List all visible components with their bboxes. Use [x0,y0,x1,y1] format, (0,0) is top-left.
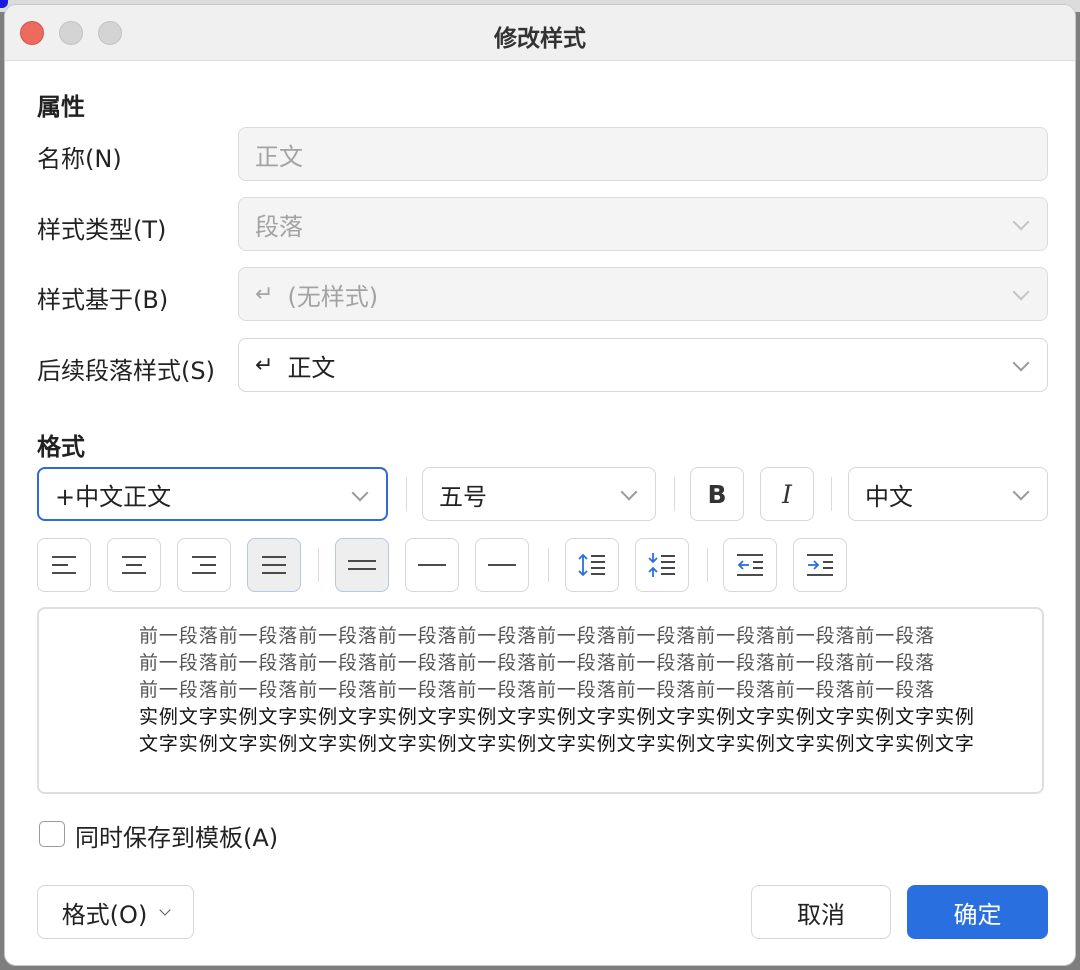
divider [406,477,407,511]
bold-icon: B [707,479,727,509]
style-preview: 前一段落前一段落前一段落前一段落前一段落前一段落前一段落前一段落前一段落前一段落… [37,607,1044,794]
chevron-down-icon [1012,354,1030,372]
paragraph-return-icon: ↵ [255,281,274,307]
cancel-label: 取消 [797,900,845,929]
paragraph-return-icon: ↵ [255,352,274,378]
format-menu-label: 格式(O) [61,900,148,929]
double-spacing-icon [488,564,516,566]
double-spacing-button[interactable] [475,538,529,592]
chevron-down-icon [1012,483,1030,501]
one-half-spacing-button[interactable] [405,538,459,592]
save-to-template-label[interactable]: 同时保存到模板(A) [75,818,278,853]
align-center-button[interactable] [107,538,161,592]
style-type-value: 段落 [255,212,303,241]
name-field: 正文 [238,127,1048,181]
chevron-down-icon [351,484,369,502]
divider [831,477,832,511]
name-label: 名称(N) [37,145,122,173]
divider [318,548,319,582]
chevron-down-icon [159,903,171,916]
one-half-spacing-icon [418,564,446,566]
next-style-value: 正文 [287,353,336,382]
style-type-label: 样式类型(T) [37,216,167,244]
cancel-button[interactable]: 取消 [751,885,891,939]
paragraph-spacing-decrease-icon [648,553,675,577]
next-style-select[interactable]: ↵ 正文 [238,338,1048,392]
name-value: 正文 [255,142,303,171]
chevron-down-icon [1012,213,1030,231]
chevron-down-icon [620,483,638,501]
increase-indent-button[interactable] [793,538,847,592]
script-select[interactable]: 中文 [848,467,1048,521]
style-type-select: 段落 [238,197,1048,251]
properties-heading: 属性 [37,93,85,121]
font-size-select[interactable]: 五号 [422,467,656,521]
ok-label: 确定 [953,900,1002,929]
script-value: 中文 [865,482,913,511]
chevron-down-icon [1012,283,1030,301]
paragraph-spacing-increase-icon [578,553,605,577]
divider [548,548,549,582]
align-right-button[interactable] [177,538,231,592]
single-spacing-icon [348,560,376,570]
decrease-indent-button[interactable] [723,538,777,592]
increase-paragraph-spacing-button[interactable] [565,538,619,592]
title-bar: 修改样式 [5,5,1075,61]
indent-icon [807,554,833,576]
next-style-label: 后续段落样式(S) [37,357,215,385]
dialog-title: 修改样式 [494,26,586,52]
italic-button[interactable]: I [760,467,814,521]
font-name-value: +中文正文 [55,482,172,511]
ok-button[interactable]: 确定 [907,885,1048,939]
save-to-template-checkbox[interactable] [39,821,65,847]
modify-style-dialog: 修改样式 属性 名称(N) 正文 样式类型(T) 段落 样式基于(B) ↵ (无… [4,4,1076,966]
format-menu-button[interactable]: 格式(O) [37,885,194,939]
preview-sample-line: 实例文字实例文字实例文字实例文字实例文字实例文字实例文字实例文字实例文字实例文字… [139,706,975,728]
based-on-value: (无样式) [287,282,379,311]
preview-previous-line: 前一段落前一段落前一段落前一段落前一段落前一段落前一段落前一段落前一段落前一段落 [139,652,936,674]
align-justify-button[interactable] [247,538,301,592]
font-size-value: 五号 [439,482,487,511]
align-justify-icon [262,556,286,574]
outdent-icon [737,554,763,576]
divider [674,477,675,511]
decrease-paragraph-spacing-button[interactable] [635,538,689,592]
preview-previous-line: 前一段落前一段落前一段落前一段落前一段落前一段落前一段落前一段落前一段落前一段落 [139,679,936,701]
divider [707,548,708,582]
align-center-icon [122,556,146,574]
align-right-icon [192,556,216,574]
based-on-select: ↵ (无样式) [238,267,1048,321]
italic-icon: I [782,479,792,509]
font-name-select[interactable]: +中文正文 [37,467,388,521]
based-on-label: 样式基于(B) [37,286,169,314]
align-left-icon [52,556,76,574]
format-heading: 格式 [37,433,85,461]
bold-button[interactable]: B [690,467,744,521]
single-spacing-button[interactable] [335,538,389,592]
preview-sample-line: 文字实例文字实例文字实例文字实例文字实例文字实例文字实例文字实例文字实例文字实例… [139,733,975,755]
preview-previous-line: 前一段落前一段落前一段落前一段落前一段落前一段落前一段落前一段落前一段落前一段落 [139,625,936,647]
align-left-button[interactable] [37,538,91,592]
